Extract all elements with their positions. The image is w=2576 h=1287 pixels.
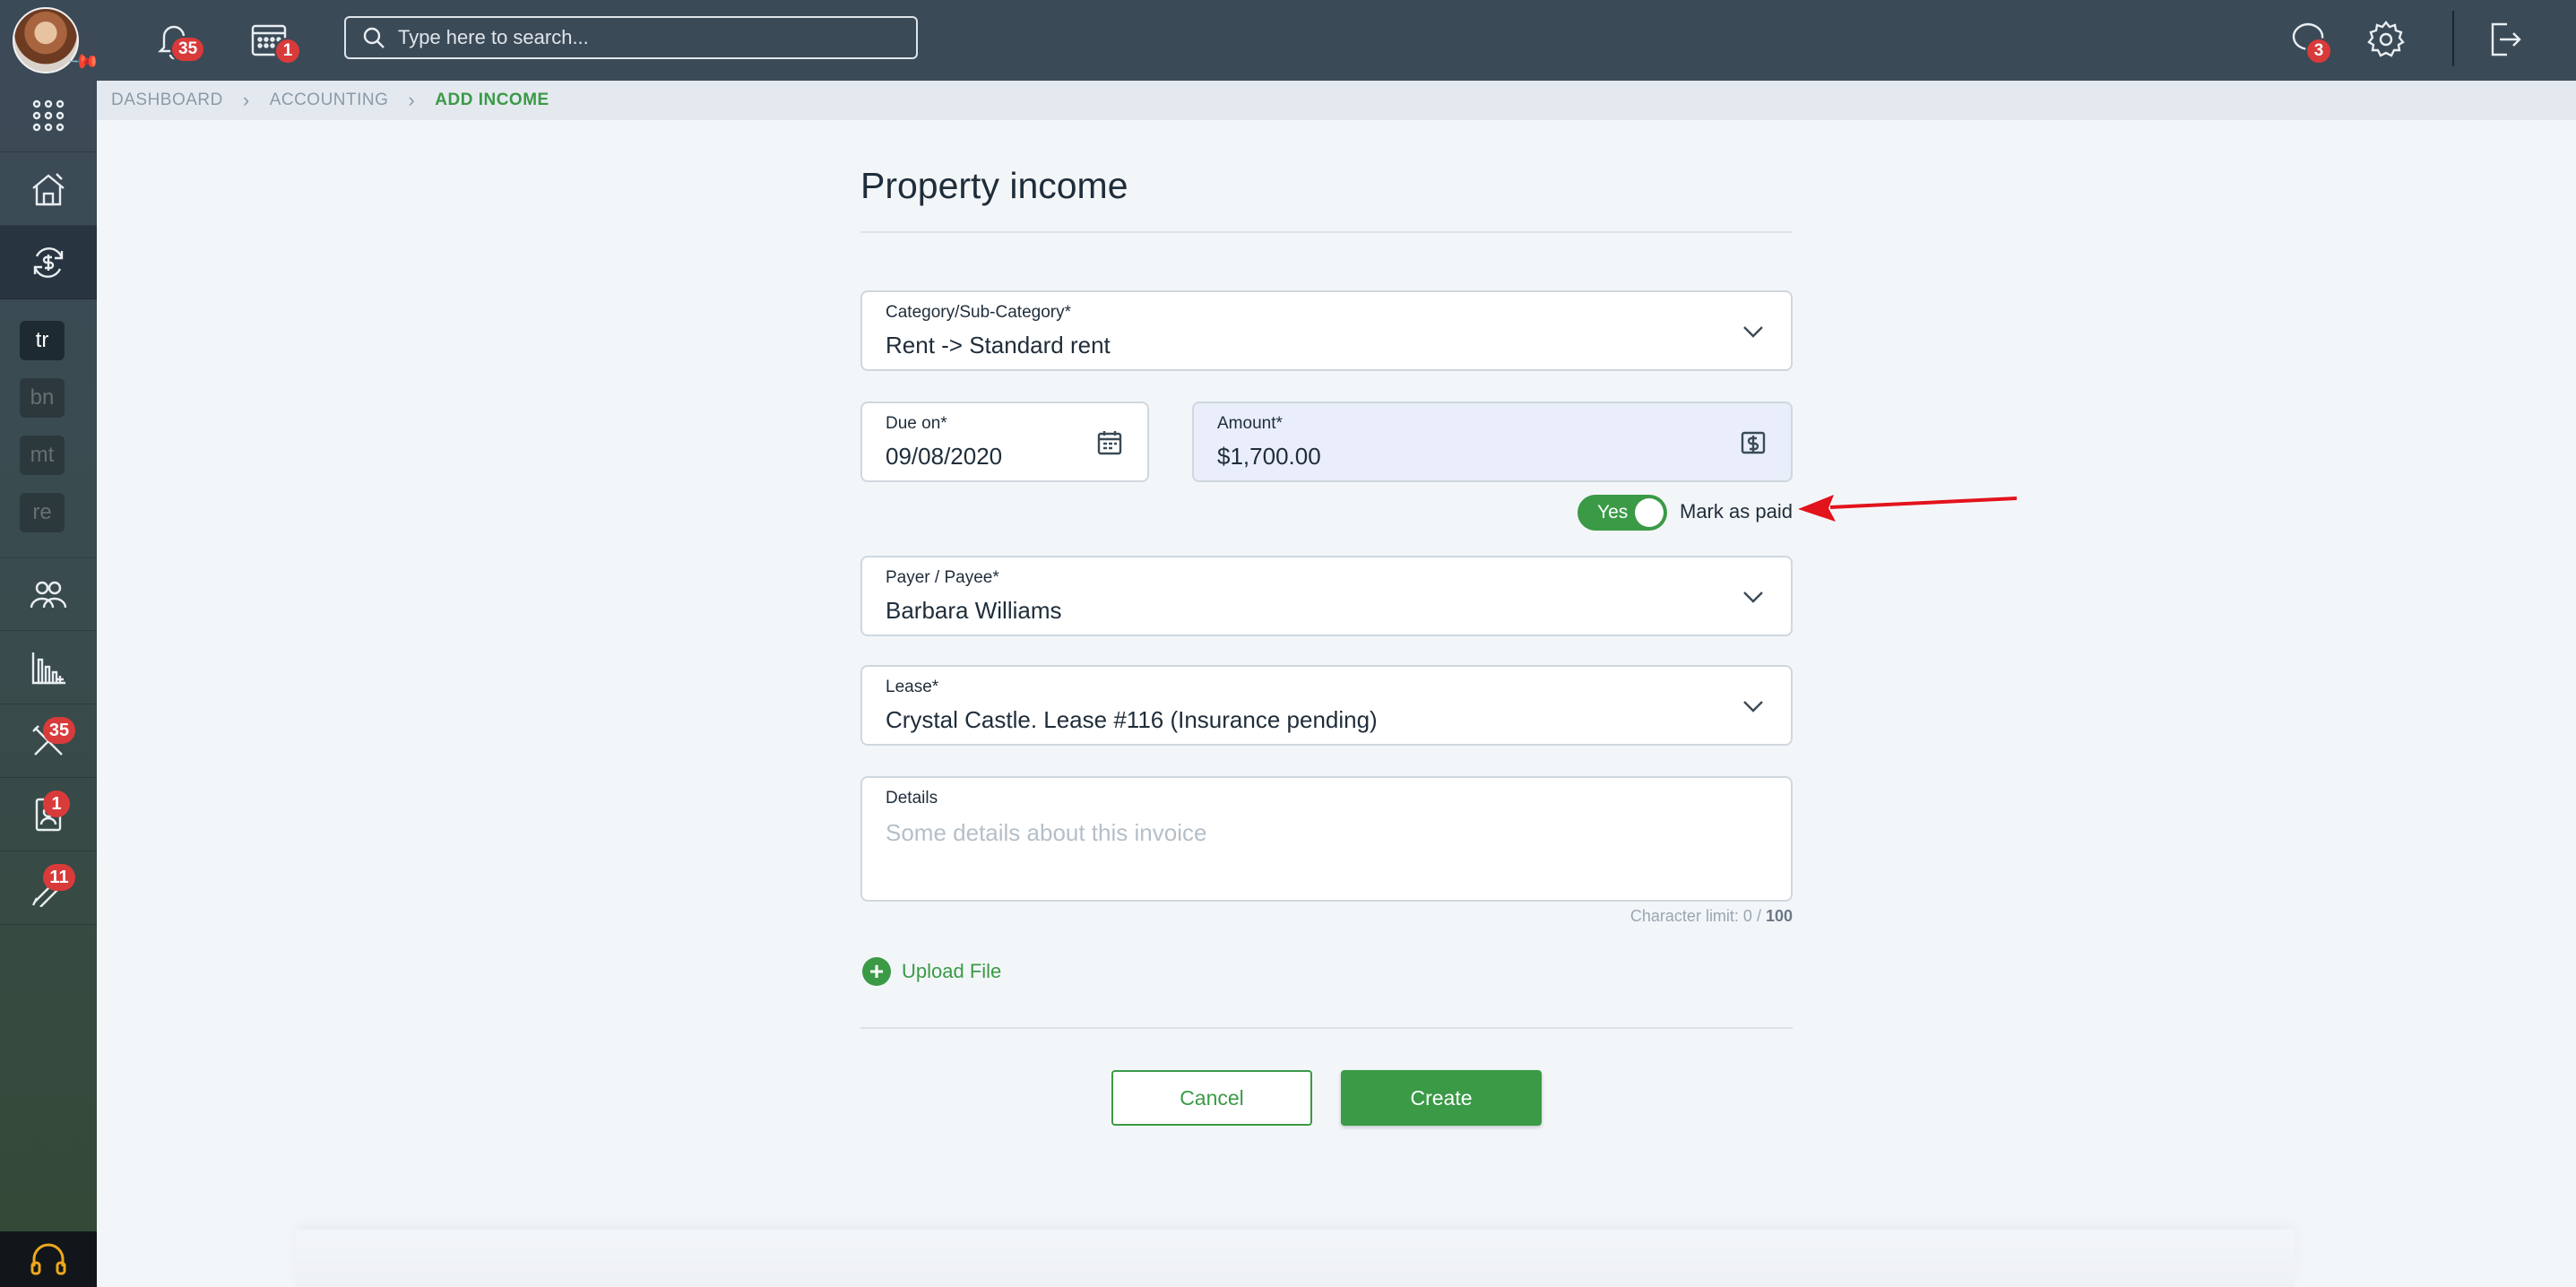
create-button[interactable]: Create [1341,1070,1542,1126]
messages-button[interactable]: 3 [2282,14,2332,65]
sidebar-item-properties[interactable] [0,152,97,226]
page-title: Property income [860,165,1128,206]
toggle-state-label: Yes [1597,502,1629,523]
logout-icon [2491,22,2521,56]
sidebar: 📌 tr bn mt re 35 1 11 [0,0,101,1287]
house-icon [32,172,65,205]
details-textarea[interactable]: Details Some details about this invoice [860,776,1793,902]
details-placeholder: Some details about this invoice [886,819,1207,846]
payer-select[interactable]: Payer / Payee* Barbara Williams [860,556,1793,636]
grid-icon [32,99,65,131]
upload-file-label: Upload File [902,960,1002,982]
search-input[interactable] [398,26,900,49]
people-icon [30,581,67,609]
settings-button[interactable] [2361,14,2411,65]
calendar-button[interactable]: 1 [244,14,301,65]
breadcrumb-accounting[interactable]: ACCOUNTING [270,91,389,110]
cancel-button[interactable]: Cancel [1111,1070,1312,1126]
character-limit-max: 100 [1765,907,1793,925]
lease-select[interactable]: Lease* Crystal Castle. Lease #116 (Insur… [860,665,1793,746]
upload-file-button[interactable]: + Upload File [862,957,1001,986]
calendar-icon[interactable] [1095,428,1124,457]
notifications-badge: 35 [170,36,206,63]
category-label: Category/Sub-Category* [886,303,1071,322]
sidebar-item-reports[interactable] [0,631,97,704]
sidebar-item-accounting[interactable] [0,226,97,299]
footer [296,1230,2295,1287]
applications-badge: 1 [43,790,70,817]
gear-icon [2367,21,2405,57]
category-select[interactable]: Category/Sub-Category* Rent -> Standard … [860,290,1793,371]
property-chip-bn[interactable]: bn [20,378,65,418]
logout-button[interactable] [2479,14,2529,65]
mark-as-paid-toggle[interactable]: Yes [1578,495,1667,531]
chevron-right-icon: › [242,89,250,111]
lease-value: Crystal Castle. Lease #116 (Insurance pe… [886,706,1378,733]
breadcrumb-add-income: ADD INCOME [435,91,549,109]
maintenance-badge: 35 [43,717,75,744]
character-limit: Character limit: 0 / 100 [1630,907,1793,926]
dollar-box-icon [1739,428,1768,457]
amount-value: $1,700.00 [1217,443,1321,470]
lease-label: Lease* [886,678,939,696]
chevron-right-icon: › [408,89,416,111]
due-on-value: 09/08/2020 [886,443,1003,470]
topbar-divider [2452,11,2454,66]
messages-badge: 3 [2305,38,2332,65]
chevron-down-icon [1739,692,1768,721]
due-on-field[interactable]: Due on* 09/08/2020 [860,402,1149,482]
sidebar-item-apps[interactable] [0,79,97,152]
sidebar-item-people[interactable] [0,557,97,631]
support-button[interactable] [0,1231,97,1287]
money-cycle-icon [33,246,64,278]
headset-icon [30,1243,66,1275]
annotation-arrow-icon [1798,495,2018,522]
details-label: Details [886,789,938,808]
chevron-down-icon [1739,317,1768,346]
category-value: Rent -> Standard rent [886,332,1111,358]
topbar: 35 1 3 [97,0,2576,81]
property-chip-re[interactable]: re [20,493,65,532]
bar-chart-icon [31,652,65,684]
sidebar-item-applications[interactable]: 1 [0,778,97,851]
mark-as-paid-label: Mark as paid [1680,500,1793,523]
property-chip-tr[interactable]: tr [20,321,65,360]
breadcrumb-dashboard[interactable]: DASHBOARD [111,91,223,110]
search-box[interactable] [344,16,918,59]
property-chip-mt[interactable]: mt [20,436,65,475]
payer-label: Payer / Payee* [886,568,999,587]
breadcrumb: DASHBOARD › ACCOUNTING › ADD INCOME [97,81,2576,120]
sidebar-item-maintenance[interactable]: 35 [0,704,97,778]
payer-value: Barbara Williams [886,597,1062,624]
chevron-down-icon [1739,583,1768,611]
notifications-button[interactable]: 35 [149,14,206,65]
toggle-knob [1635,498,1664,527]
search-icon [363,27,385,48]
plus-circle-icon: + [862,957,891,986]
due-on-label: Due on* [886,414,947,433]
tools-badge: 11 [43,864,75,891]
amount-label: Amount* [1217,414,1283,433]
title-divider [860,231,1793,233]
sidebar-item-tools[interactable]: 11 [0,851,97,925]
form-divider [860,1027,1793,1029]
character-limit-prefix: Character limit: 0 / [1629,907,1766,925]
calendar-badge: 1 [274,38,301,65]
amount-field[interactable]: Amount* $1,700.00 [1192,402,1793,482]
